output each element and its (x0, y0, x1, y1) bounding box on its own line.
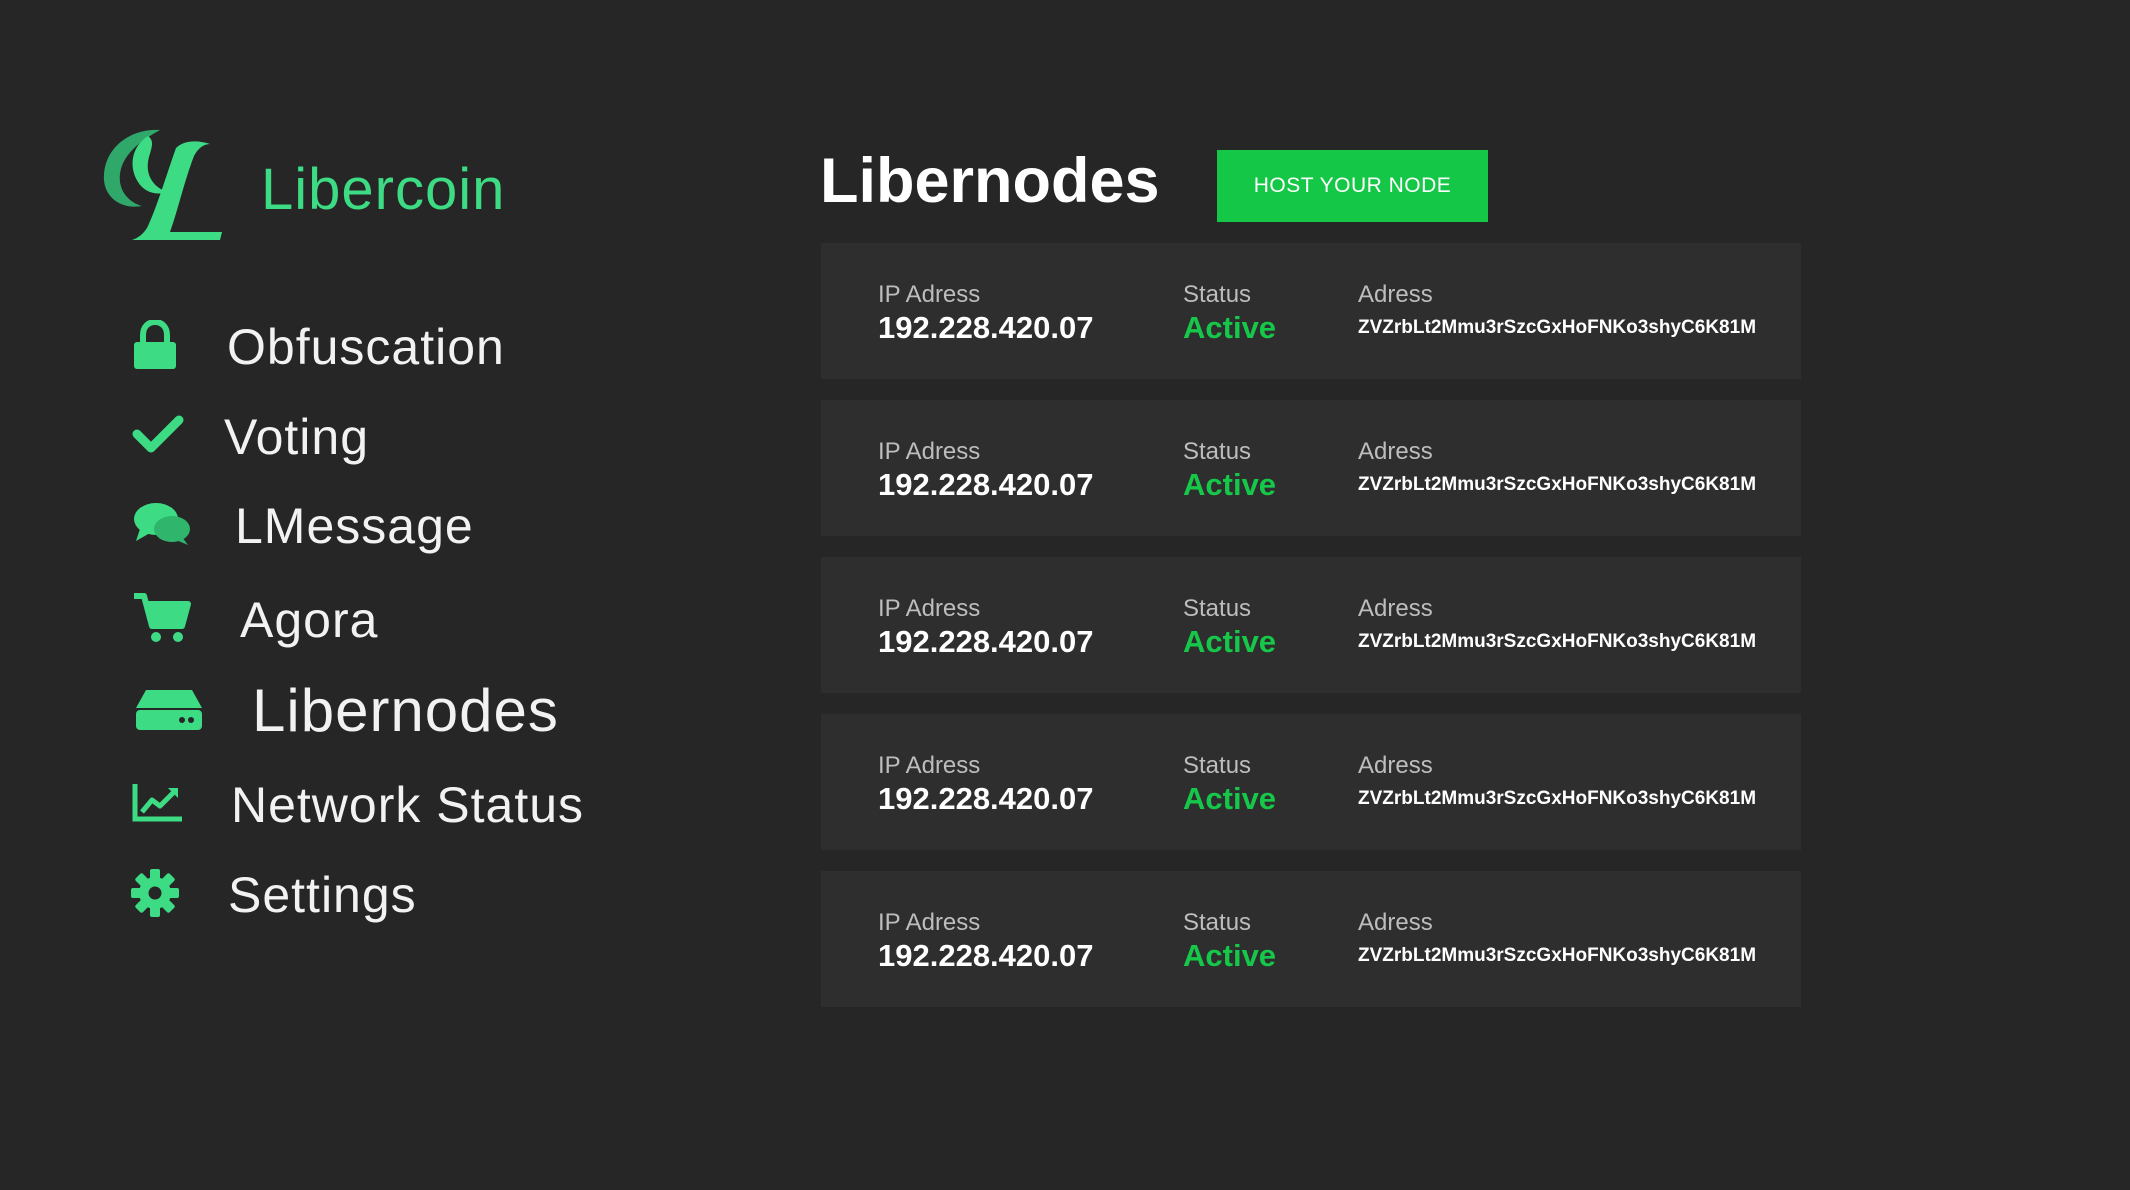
node-card: IP Adress 192.228.420.07 Status Active A… (821, 871, 1801, 1007)
sidebar-item-settings[interactable]: Settings (130, 866, 560, 922)
sidebar-item-libernodes[interactable]: Libernodes (130, 678, 590, 744)
sidebar-item-voting[interactable]: Voting (130, 408, 560, 464)
gear-icon (131, 869, 179, 917)
address-label: Adress (1358, 595, 1433, 622)
hard-drive-icon (136, 690, 202, 730)
node-card: IP Adress 192.228.420.07 Status Active A… (821, 400, 1801, 536)
chat-icon (134, 503, 190, 545)
sidebar-item-label: LMessage (235, 498, 474, 554)
host-your-node-button[interactable]: HOST YOUR NODE (1217, 150, 1488, 222)
status-value: Active (1183, 467, 1277, 502)
sidebar-item-label: Voting (224, 409, 370, 465)
page-title: Libernodes (820, 146, 1160, 216)
ip-address-label: IP Adress (878, 281, 981, 308)
status-value: Active (1183, 310, 1277, 345)
sidebar-item-network-status[interactable]: Network Status (130, 776, 630, 832)
ip-address-label: IP Adress (878, 752, 981, 779)
ip-address-value: 192.228.420.07 (878, 781, 1094, 816)
ip-address-label: IP Adress (878, 438, 981, 465)
ip-address-value: 192.228.420.07 (878, 938, 1094, 973)
ip-address-value: 192.228.420.07 (878, 624, 1094, 659)
status-label: Status (1183, 438, 1252, 465)
sidebar-item-label: Obfuscation (227, 319, 505, 375)
address-value: ZVZrbLt2Mmu3rSzcGxHoFNKo3shyC6K81M (1358, 317, 1757, 338)
lock-icon (134, 320, 176, 369)
ip-address-value: 192.228.420.07 (878, 467, 1094, 502)
status-label: Status (1183, 752, 1252, 779)
address-label: Adress (1358, 281, 1433, 308)
libercoin-logo-icon (103, 129, 222, 240)
status-label: Status (1183, 595, 1252, 622)
sidebar-item-obfuscation[interactable]: Obfuscation (130, 318, 560, 374)
address-label: Adress (1358, 438, 1433, 465)
brand: Libercoin (98, 126, 504, 244)
address-value: ZVZrbLt2Mmu3rSzcGxHoFNKo3shyC6K81M (1358, 945, 1757, 966)
sidebar-item-label: Settings (228, 867, 417, 923)
status-label: Status (1183, 909, 1252, 936)
address-value: ZVZrbLt2Mmu3rSzcGxHoFNKo3shyC6K81M (1358, 631, 1757, 652)
sidebar-item-label: Network Status (231, 777, 585, 833)
sidebar-item-label: Libernodes (252, 677, 559, 744)
address-label: Adress (1358, 752, 1433, 779)
node-card: IP Adress 192.228.420.07 Status Active A… (821, 557, 1801, 693)
ip-address-value: 192.228.420.07 (878, 310, 1094, 345)
address-value: ZVZrbLt2Mmu3rSzcGxHoFNKo3shyC6K81M (1358, 788, 1757, 809)
node-card: IP Adress 192.228.420.07 Status Active A… (821, 714, 1801, 850)
status-label: Status (1183, 281, 1252, 308)
address-value: ZVZrbLt2Mmu3rSzcGxHoFNKo3shyC6K81M (1358, 474, 1757, 495)
check-icon (132, 415, 184, 453)
node-list: IP Adress 192.228.420.07 Status Active A… (821, 243, 1801, 1028)
status-value: Active (1183, 624, 1277, 659)
sidebar-item-lmessage[interactable]: LMessage (130, 497, 560, 553)
sidebar-item-agora[interactable]: Agora (130, 590, 560, 648)
status-value: Active (1183, 781, 1277, 816)
line-chart-icon (132, 784, 182, 822)
brand-name: Libercoin (261, 157, 506, 222)
node-card: IP Adress 192.228.420.07 Status Active A… (821, 243, 1801, 379)
address-label: Adress (1358, 909, 1433, 936)
ip-address-label: IP Adress (878, 909, 981, 936)
cart-icon (134, 593, 191, 642)
status-value: Active (1183, 938, 1277, 973)
ip-address-label: IP Adress (878, 595, 981, 622)
sidebar-item-label: Agora (240, 592, 379, 648)
